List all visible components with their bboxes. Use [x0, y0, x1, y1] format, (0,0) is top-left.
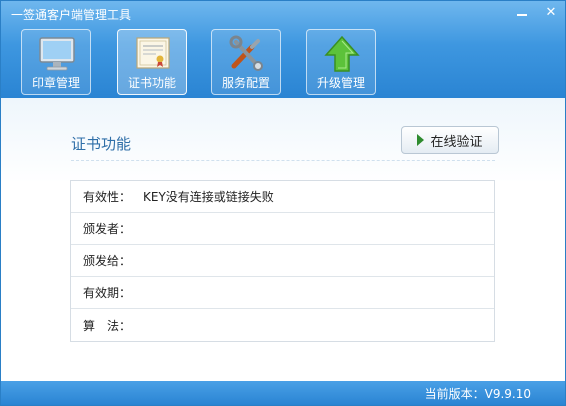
- field-label: 颁发给：: [83, 254, 132, 268]
- status-bar: 当前版本：V9.9.10: [1, 381, 565, 405]
- main-content: 证书功能 在线验证 有效性： KEY没有连接或链接失败 颁发者： 颁发给： 有效…: [1, 98, 565, 381]
- section-divider: [71, 160, 495, 161]
- window-title: 一签通客户端管理工具: [11, 8, 132, 22]
- toolbar-item-label: 证书功能: [127, 76, 176, 90]
- toolbar-item-upgrade[interactable]: 升级管理: [306, 29, 376, 95]
- table-row: 算 法：: [71, 309, 494, 341]
- field-label: 算 法：: [83, 318, 132, 333]
- online-verify-label: 在线验证: [430, 134, 483, 150]
- monitor-icon: [39, 37, 75, 71]
- play-icon: [417, 134, 425, 146]
- section-title: 证书功能: [71, 135, 132, 153]
- toolbar-item-service-config[interactable]: 服务配置: [211, 29, 281, 95]
- table-row: 颁发者：: [71, 213, 494, 245]
- header-bar: 一签通客户端管理工具 印章管理 证书功能: [1, 1, 565, 98]
- version-text: 当前版本：V9.9.10: [424, 387, 531, 401]
- certificate-info-table: 有效性： KEY没有连接或链接失败 颁发者： 颁发给： 有效期： 算 法：: [70, 180, 495, 342]
- online-verify-button[interactable]: 在线验证: [401, 126, 499, 154]
- certificate-icon: [136, 37, 170, 69]
- field-label: 有效性：: [83, 190, 132, 204]
- close-button[interactable]: [538, 1, 564, 23]
- upgrade-arrow-icon: [324, 35, 360, 72]
- field-value: KEY没有连接或链接失败: [143, 190, 274, 204]
- toolbar-item-certificate[interactable]: 证书功能: [117, 29, 187, 95]
- toolbar-item-label: 升级管理: [316, 76, 365, 90]
- table-row: 有效期：: [71, 277, 494, 309]
- field-label: 颁发者：: [83, 222, 132, 236]
- toolbar-item-seal-management[interactable]: 印章管理: [21, 29, 91, 95]
- app-window: 一签通客户端管理工具 印章管理 证书功能: [0, 0, 566, 406]
- field-label: 有效期：: [83, 286, 132, 300]
- toolbar-item-label: 印章管理: [31, 76, 80, 90]
- table-row: 有效性： KEY没有连接或链接失败: [71, 181, 494, 213]
- tools-icon: [229, 35, 263, 71]
- table-row: 颁发给：: [71, 245, 494, 277]
- minimize-button[interactable]: [509, 1, 535, 23]
- toolbar-item-label: 服务配置: [221, 76, 270, 90]
